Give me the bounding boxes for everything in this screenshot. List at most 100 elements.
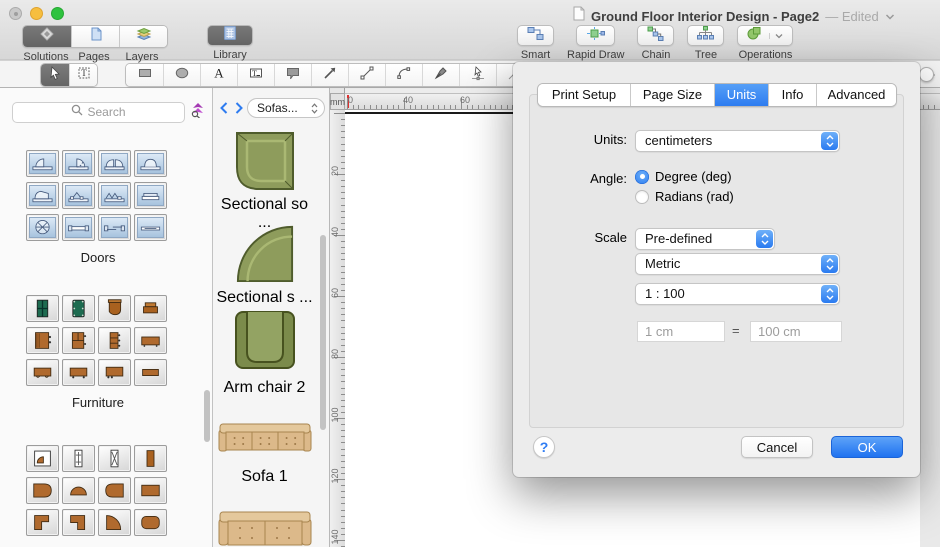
stencil-sectional-sofa-quarter[interactable]: [213, 223, 316, 288]
pen-tool[interactable]: [422, 64, 459, 86]
stencil-counter-2[interactable]: [134, 509, 167, 536]
tab-info[interactable]: Info: [768, 84, 816, 106]
layers-button[interactable]: [119, 26, 167, 47]
tree-button[interactable]: [687, 25, 724, 46]
scale-system-select[interactable]: Metric: [635, 253, 840, 275]
stencil-revolving-door[interactable]: [26, 214, 59, 241]
stencil-shelf[interactable]: [134, 359, 167, 386]
line-tool[interactable]: [348, 64, 385, 86]
solution-search-icon[interactable]: [190, 101, 206, 123]
stencil-double-door-2[interactable]: [134, 150, 167, 177]
stencil-counter-semicircle[interactable]: [62, 477, 95, 504]
stencil-counter[interactable]: [134, 477, 167, 504]
close-button[interactable]: [9, 7, 22, 20]
edited-label: — Edited: [825, 9, 878, 24]
tab-units[interactable]: Units: [714, 84, 768, 106]
smart-button[interactable]: [517, 25, 554, 46]
rapid-draw-button[interactable]: [576, 25, 615, 46]
tab-advanced[interactable]: Advanced: [816, 84, 896, 106]
rapid-draw-icon: [586, 26, 605, 46]
panel-scrollbar[interactable]: [320, 235, 326, 430]
solutions-button[interactable]: [23, 26, 71, 47]
h-ruler-label: 60: [460, 95, 470, 105]
scale-ratio-select[interactable]: 1 : 100: [635, 283, 840, 305]
stencil-desk-2[interactable]: [26, 359, 59, 386]
stencil-double-door[interactable]: [98, 150, 131, 177]
stencil-window-elevation[interactable]: [62, 445, 95, 472]
stencil-desk-4[interactable]: [98, 359, 131, 386]
stencil-select[interactable]: Sofas...: [247, 98, 325, 118]
stencil-sofa-2-seat[interactable]: [213, 511, 316, 547]
stencil-door-swing[interactable]: [26, 182, 59, 209]
zoom-slider-knob[interactable]: [919, 67, 934, 82]
stencil-sideboard[interactable]: [134, 327, 167, 354]
stencil-dresser[interactable]: [98, 327, 131, 354]
stencil-door-right[interactable]: [62, 150, 95, 177]
stencil-cabinet[interactable]: [62, 327, 95, 354]
scale-from-field[interactable]: 1 cm: [637, 321, 725, 342]
scale-to-field[interactable]: 100 cm: [750, 321, 842, 342]
stencil-sliding-door[interactable]: [62, 214, 95, 241]
stencil-sectional-sofa-corner[interactable]: [213, 128, 316, 199]
stencil-upright-piano[interactable]: [134, 295, 167, 322]
stencil-sliding-door-3[interactable]: [134, 214, 167, 241]
stencil-sofa-3-seat[interactable]: [213, 423, 316, 458]
stencil-door-left[interactable]: [26, 150, 59, 177]
zoom-window-button[interactable]: [51, 7, 64, 20]
sidebar-scrollbar[interactable]: [204, 390, 210, 442]
arrow-tool[interactable]: [311, 64, 348, 86]
callout-tool[interactable]: [274, 64, 311, 86]
tab-print-setup[interactable]: Print Setup: [538, 84, 630, 106]
select-tool[interactable]: [41, 64, 69, 86]
back-button[interactable]: [217, 99, 230, 117]
equals-label: =: [732, 323, 740, 338]
text-tool[interactable]: A: [200, 64, 237, 86]
stencil-door-elevation[interactable]: [26, 445, 59, 472]
arc-tool[interactable]: [385, 64, 422, 86]
stencil-pool-table[interactable]: [62, 295, 95, 322]
chevron-down-icon[interactable]: [769, 33, 783, 39]
forward-button[interactable]: [232, 99, 245, 117]
stencil-desk-3[interactable]: [62, 359, 95, 386]
stencil-counter-rounded[interactable]: [26, 477, 59, 504]
stencil-double-bifold-door[interactable]: [98, 182, 131, 209]
stencil-pocket-door[interactable]: [134, 182, 167, 209]
library-button[interactable]: [207, 25, 253, 46]
scale-mode-select[interactable]: Pre-defined: [635, 228, 775, 250]
stencil-window-seat[interactable]: [26, 295, 59, 322]
stencil-grand-piano[interactable]: [98, 295, 131, 322]
chain-button[interactable]: [637, 25, 674, 46]
units-select[interactable]: centimeters: [635, 130, 840, 152]
ellipse-tool[interactable]: [163, 64, 200, 86]
stencil-counter-l[interactable]: [26, 509, 59, 536]
pen-tool-icon: [433, 65, 449, 86]
stencil-door-panel[interactable]: [134, 445, 167, 472]
stencil-window-elevation-2[interactable]: [98, 445, 131, 472]
stencil-bifold-door[interactable]: [62, 182, 95, 209]
stencil-counter-rounded-2[interactable]: [98, 477, 131, 504]
h-ruler-label: 40: [403, 95, 413, 105]
stencil-counter-l-2[interactable]: [62, 509, 95, 536]
title-chevron-icon[interactable]: [885, 13, 895, 20]
help-button[interactable]: ?: [533, 436, 555, 458]
text-box-tool[interactable]: T: [237, 64, 274, 86]
action-button-label: Chain: [642, 49, 671, 61]
minimize-button[interactable]: [30, 7, 43, 20]
stencil-label: Sofa 1: [213, 468, 316, 486]
cancel-button[interactable]: Cancel: [741, 436, 813, 458]
radio-radians[interactable]: Radians (rad): [635, 189, 734, 204]
stencil-sliding-door-2[interactable]: [98, 214, 131, 241]
tab-page-size[interactable]: Page Size: [630, 84, 714, 106]
stencil-desk[interactable]: [26, 327, 59, 354]
rectangle-tool[interactable]: [126, 64, 163, 86]
stencil-arm-chair[interactable]: [213, 310, 316, 375]
ok-button[interactable]: OK: [831, 436, 903, 458]
radio-degree[interactable]: Degree (deg): [635, 169, 732, 184]
search-input[interactable]: Search: [12, 102, 185, 123]
stencil-counter-quarter[interactable]: [98, 509, 131, 536]
angle-label: Angle:: [513, 171, 627, 186]
pages-button[interactable]: [71, 26, 119, 47]
text-select-tool[interactable]: T: [69, 64, 97, 86]
bezier-tool[interactable]: [459, 64, 496, 86]
operations-button[interactable]: [737, 25, 793, 46]
